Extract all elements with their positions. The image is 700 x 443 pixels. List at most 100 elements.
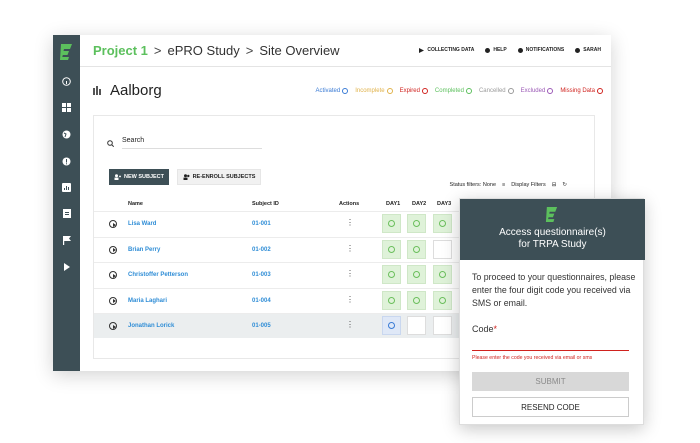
info-icon[interactable] — [61, 76, 72, 87]
col-day3: DAY3 — [437, 201, 452, 207]
help-icon — [485, 47, 491, 53]
submit-button[interactable]: SUBMIT — [472, 372, 629, 391]
search-input[interactable]: Search — [122, 137, 262, 149]
completed-icon — [439, 271, 446, 278]
filters-bar: Status filters: None ≡ Display Filters ⊟… — [450, 182, 567, 188]
day-status-cell[interactable] — [407, 316, 426, 335]
chart-icon[interactable] — [61, 182, 72, 193]
day-status-cell[interactable] — [407, 239, 426, 259]
play-icon — [419, 47, 425, 53]
completed-icon — [388, 271, 395, 278]
subject-name[interactable]: Lisa Ward — [128, 221, 156, 227]
subject-id[interactable]: 01-005 — [252, 323, 271, 329]
breadcrumb-page: Site Overview — [259, 43, 340, 58]
day-status-cell[interactable] — [407, 265, 426, 284]
day-status-cell[interactable] — [433, 316, 452, 335]
day-status-cell[interactable] — [382, 239, 401, 259]
new-subject-button[interactable]: NEW SUBJECT — [109, 169, 169, 185]
day-status-cell[interactable] — [382, 265, 401, 284]
add-user-icon — [114, 174, 121, 180]
resend-code-button[interactable]: RESEND CODE — [472, 397, 629, 417]
breadcrumb-separator: > — [153, 43, 162, 58]
notifications-link[interactable]: NOTIFICATIONS — [517, 47, 564, 53]
open-subject-icon[interactable] — [109, 220, 117, 228]
status-legend: Activated Incomplete Expired Completed Cance… — [316, 88, 603, 94]
completed-icon — [413, 271, 420, 278]
breadcrumb: Project 1 > ePRO Study > Site Overview — [93, 43, 340, 58]
subject-name[interactable]: Maria Laghari — [128, 298, 167, 304]
day-status-cell[interactable] — [382, 214, 401, 233]
legend-item: Excluded — [521, 88, 554, 94]
dialog-title: Access questionnaire(s) for TRPA Study — [499, 227, 606, 250]
user-menu[interactable]: SARAH — [575, 47, 601, 53]
status-icon — [342, 88, 349, 94]
open-subject-icon[interactable] — [109, 271, 117, 279]
breadcrumb-study[interactable]: ePRO Study — [168, 43, 240, 58]
actions-menu-icon[interactable]: ⋮ — [346, 321, 354, 329]
help-link[interactable]: HELP — [485, 47, 507, 53]
status-icon — [465, 88, 472, 94]
flag-icon[interactable] — [61, 235, 72, 246]
subject-id[interactable]: 01-004 — [252, 298, 271, 304]
subject-id[interactable]: 01-002 — [252, 247, 271, 253]
col-name[interactable]: Name — [128, 201, 143, 207]
day-status-cell[interactable] — [433, 214, 452, 233]
actions-menu-icon[interactable]: ⋮ — [346, 270, 354, 278]
sidebar — [53, 35, 80, 371]
collecting-data-link[interactable]: COLLECTING DATA — [419, 47, 474, 53]
status-icon — [386, 88, 393, 94]
dialog-header: Access questionnaire(s) for TRPA Study — [460, 199, 645, 260]
access-questionnaire-dialog: Access questionnaire(s) for TRPA Study T… — [459, 198, 645, 425]
code-error-message: Please enter the code you received via e… — [472, 355, 593, 361]
subject-id[interactable]: 01-003 — [252, 272, 271, 278]
col-actions: Actions — [339, 201, 360, 207]
users-icon — [183, 174, 190, 180]
stage: Project 1 > ePRO Study > Site Overview COLLE… — [0, 0, 700, 443]
alert-icon[interactable] — [61, 156, 72, 167]
day-status-cell[interactable] — [382, 316, 401, 335]
subject-id[interactable]: 01-001 — [252, 221, 271, 227]
play-icon[interactable] — [61, 261, 72, 272]
legend-item: Cancelled — [479, 88, 514, 94]
completed-icon — [388, 220, 395, 227]
dialog-instructions: To proceed to your questionnaires, pleas… — [472, 272, 636, 308]
user-icon — [575, 47, 581, 53]
col-subject-id[interactable]: Subject ID — [252, 201, 279, 207]
day-status-cell[interactable] — [433, 290, 452, 310]
status-filters[interactable]: Status filters: None — [450, 182, 496, 188]
day-status-cell[interactable] — [407, 214, 426, 233]
completed-icon — [413, 220, 420, 227]
legend-item: Activated — [316, 88, 349, 94]
completed-icon — [388, 296, 395, 304]
actions-menu-icon[interactable]: ⋮ — [346, 244, 354, 253]
subject-name[interactable]: Christoffer Petterson — [128, 272, 188, 278]
day-status-cell[interactable] — [433, 239, 452, 259]
day-status-cell[interactable] — [433, 265, 452, 284]
open-subject-icon[interactable] — [109, 322, 117, 330]
status-icon — [597, 88, 603, 94]
dashboard-icon[interactable] — [61, 102, 72, 113]
filter-icon[interactable]: ≡ — [502, 182, 505, 188]
completed-icon — [439, 296, 446, 304]
refresh-icon[interactable]: ↻ — [562, 182, 567, 188]
code-input[interactable] — [472, 350, 629, 351]
display-filters[interactable]: Display Filters — [511, 182, 546, 188]
document-icon[interactable] — [61, 208, 72, 219]
day-status-cell[interactable] — [407, 290, 426, 310]
open-subject-icon[interactable] — [109, 245, 117, 254]
subject-name[interactable]: Brian Perry — [128, 247, 160, 253]
activated-icon — [388, 322, 395, 329]
legend-item: Missing Data — [560, 88, 603, 94]
day-status-cell[interactable] — [382, 290, 401, 310]
actions-menu-icon[interactable]: ⋮ — [346, 219, 354, 227]
status-icon — [547, 88, 554, 94]
open-subject-icon[interactable] — [109, 296, 117, 305]
search-icon — [107, 140, 114, 147]
actions-menu-icon[interactable]: ⋮ — [346, 295, 354, 304]
subject-name[interactable]: Jonathan Lorick — [128, 323, 174, 329]
completed-icon — [439, 220, 446, 227]
columns-icon[interactable]: ⊟ — [552, 182, 557, 188]
breadcrumb-project[interactable]: Project 1 — [93, 43, 148, 58]
globe-icon[interactable] — [61, 129, 72, 140]
reenroll-subjects-button[interactable]: RE-ENROLL SUBJECTS — [177, 169, 261, 185]
